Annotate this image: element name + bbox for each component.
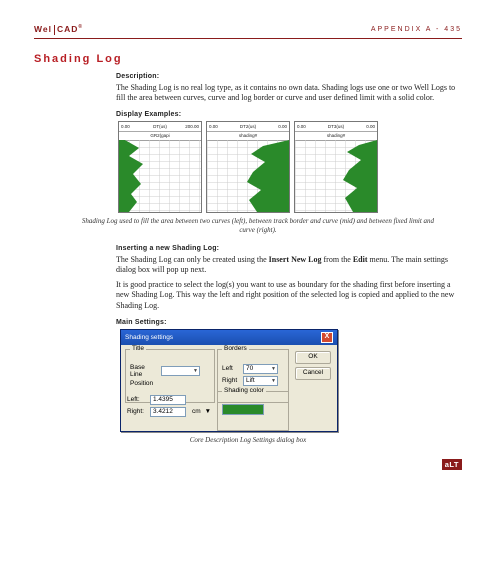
insert-new-log-ref: Insert New Log <box>269 255 322 264</box>
shading-settings-dialog: Shading settings X Title Base Line ▼ Posi… <box>120 329 338 432</box>
chevron-down-icon: ▼ <box>271 378 276 384</box>
appendix-label: APPENDIX A - 435 <box>371 26 462 33</box>
left-label: Left: <box>127 396 147 403</box>
t1-scale-right: 200.00 <box>185 124 199 129</box>
border-right-select[interactable]: Lift▼ <box>243 376 278 386</box>
t3-scale-right: 0.00 <box>361 124 375 129</box>
shading-color-label: Shading color <box>222 387 266 394</box>
shading-limit-curve <box>337 140 377 212</box>
edit-menu-ref: Edit <box>353 255 368 264</box>
baseline-select[interactable]: ▼ <box>161 366 200 376</box>
t2-shading: shading# <box>223 133 273 138</box>
right-input[interactable]: 3.4212 <box>150 407 186 417</box>
insert-p1: The Shading Log can only be created usin… <box>116 255 462 275</box>
display-examples-figure: 0.00DT(us)200.00 GR2(gapi 0.00DT2(us)0.0… <box>118 121 378 213</box>
t3-scale-left: 0.00 <box>297 124 311 129</box>
dialog-caption: Core Description Log Settings dialog box <box>34 436 462 445</box>
chevron-down-icon: ▼ <box>205 408 211 415</box>
ok-button[interactable]: OK <box>295 351 331 364</box>
right-label: Right: <box>127 408 147 415</box>
border-left-select[interactable]: 70▼ <box>243 364 278 374</box>
t1-scale-left: 0.00 <box>121 124 135 129</box>
shading-color-swatch[interactable] <box>222 404 264 415</box>
position-label: Position <box>130 380 158 387</box>
section-description-heading: Description: <box>116 73 462 80</box>
description-text: The Shading Log is no real log type, as … <box>116 83 462 103</box>
border-right-label: Right <box>222 377 240 384</box>
t3-curve: DT3(us) <box>311 124 361 129</box>
t3-shading: shading# <box>311 133 361 138</box>
brand: Wel CAD® <box>34 24 83 35</box>
borders-group-label: Borders <box>222 345 249 352</box>
examples-caption: Shading Log used to fill the area betwee… <box>74 217 442 235</box>
track-3: 0.00DT3(us)0.00 shading# <box>294 121 378 213</box>
shading-between-curves <box>119 140 157 212</box>
section-main-settings-heading: Main Settings: <box>116 319 462 326</box>
t1-curve-1: DT(us) <box>135 124 185 129</box>
page-title: Shading Log <box>34 53 462 65</box>
t2-scale-right: 0.00 <box>273 124 287 129</box>
insert-p2: It is good practice to select the log(s)… <box>116 280 462 311</box>
brand-left: Wel <box>34 24 52 34</box>
section-insert-heading: Inserting a new Shading Log: <box>116 245 462 252</box>
track-1: 0.00DT(us)200.00 GR2(gapi <box>118 121 202 213</box>
shading-color-group: Shading color <box>217 391 289 431</box>
t1-curve-2: GR2(gapi <box>135 133 185 138</box>
t2-scale-left: 0.00 <box>209 124 223 129</box>
left-input[interactable]: 1.4395 <box>150 395 186 405</box>
title-group-label: Title <box>130 345 146 352</box>
dialog-title: Shading settings <box>125 334 173 341</box>
close-icon[interactable]: X <box>321 332 333 343</box>
cancel-button[interactable]: Cancel <box>295 367 331 380</box>
t2-curve: DT2(us) <box>223 124 273 129</box>
chevron-down-icon: ▼ <box>271 366 276 372</box>
footer-logo: aLT <box>442 459 462 470</box>
border-left-label: Left <box>222 365 240 372</box>
shading-border-curve <box>245 140 289 212</box>
section-examples-heading: Display Examples: <box>116 111 462 118</box>
baseline-label: Base Line <box>130 364 158 378</box>
chevron-down-icon: ▼ <box>193 368 198 374</box>
trademark: ® <box>78 24 83 30</box>
unit-label: cm <box>192 408 201 415</box>
track-2: 0.00DT2(us)0.00 shading# <box>206 121 290 213</box>
brand-right: CAD <box>57 24 78 34</box>
